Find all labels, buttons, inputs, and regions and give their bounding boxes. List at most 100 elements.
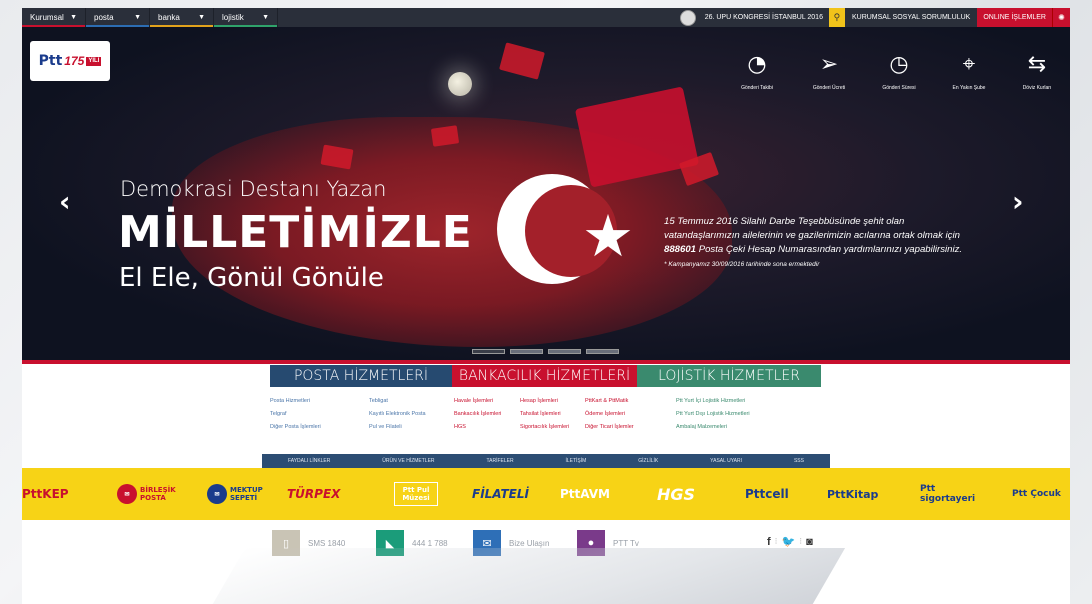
service-link[interactable]: Diğer Posta İşlemleri <box>270 421 321 434</box>
slide-dot[interactable] <box>586 349 619 354</box>
brand-label: PttKitap <box>827 487 879 501</box>
brand-pttavm[interactable]: PttAVM <box>560 481 610 507</box>
service-link[interactable]: Bankacılık İşlemleri <box>454 408 501 421</box>
menu-kurumsal[interactable]: Kurumsal ▼ <box>22 8 86 27</box>
quick-link-duration[interactable]: ◷ Gönderi Süresi <box>864 49 934 92</box>
footer-link[interactable]: FAYDALI LİNKLER <box>288 458 330 464</box>
quick-link-branch[interactable]: ⌖ En Yakın Şube <box>934 49 1004 92</box>
menu-banka[interactable]: banka ▼ <box>150 8 214 27</box>
tracking-icon: ◔ <box>747 51 767 77</box>
service-link[interactable]: Posta Hizmetleri <box>270 395 321 408</box>
twitter-icon[interactable]: 🐦 <box>782 535 796 548</box>
service-link[interactable]: PttKart & PttMatik <box>585 395 634 408</box>
footer-link[interactable]: GİZLİLİK <box>638 458 658 464</box>
brand-label: Ptt sigortayeri <box>920 484 976 504</box>
previous-slide-button[interactable]: ‹ <box>59 185 71 218</box>
service-link[interactable]: Ödeme İşlemleri <box>585 408 634 421</box>
upu-link[interactable]: 26. UPU KONGRESİ İSTANBUL 2016 <box>699 14 829 21</box>
flag-image <box>430 125 460 147</box>
flag-image <box>499 42 545 80</box>
service-link[interactable]: Tahsilat İşlemleri <box>520 408 569 421</box>
timer-icon: ◷ <box>889 51 909 77</box>
quick-link-tracking[interactable]: ◔ Gönderi Takibi <box>722 49 792 92</box>
footer-link[interactable]: SSS <box>794 458 804 464</box>
service-link[interactable]: Diğer Ticari İşlemler <box>585 421 634 434</box>
quick-link-exchange[interactable]: ⇆ Döviz Kurları <box>1002 49 1070 92</box>
chevron-down-icon: ▼ <box>134 14 141 21</box>
tab-bankacilik-hizmetleri[interactable]: BANKACILIK HİZMETLERİ <box>452 365 637 387</box>
contact-label: Bize Ulaşın <box>509 538 550 548</box>
instagram-icon[interactable]: ◙ <box>806 536 813 548</box>
quick-link-label: Gönderi Süresi <box>882 85 916 91</box>
service-link[interactable]: Hesap İşlemleri <box>520 395 569 408</box>
top-bar: Kurumsal ▼ posta ▼ banka ▼ lojistik ▼ 26… <box>22 8 1070 27</box>
brand-ptt-cocuk[interactable]: Ptt Çocuk <box>1012 481 1062 507</box>
next-slide-button[interactable]: › <box>1012 185 1024 218</box>
slide-dot[interactable] <box>472 349 505 354</box>
brand-pttcell[interactable]: Pttcell <box>745 481 789 507</box>
contact-label: SMS 1840 <box>308 538 346 548</box>
footer-link[interactable]: YASAL UYARI <box>710 458 742 464</box>
posta-links-col-2: Tebligat Kayıtlı Elektronik Posta Pul ve… <box>369 395 426 434</box>
top-menu: Kurumsal ▼ posta ▼ banka ▼ lojistik ▼ <box>22 8 278 27</box>
tab-posta-hizmetleri[interactable]: POSTA HİZMETLERİ <box>270 365 452 387</box>
slide-dot[interactable] <box>510 349 543 354</box>
brand-filateli[interactable]: FİLATELİ <box>472 481 529 507</box>
brand-pttkep[interactable]: PttKEP <box>22 481 69 507</box>
slider-dots <box>472 349 619 354</box>
menu-posta[interactable]: posta ▼ <box>86 8 150 27</box>
facebook-icon[interactable]: f <box>767 536 771 548</box>
service-link[interactable]: Ptt Yurt İçi Lojistik Hizmetleri <box>676 395 750 408</box>
brand-hgs[interactable]: HGS <box>657 481 695 507</box>
location-pin-icon: ⌖ <box>962 51 976 77</box>
search-button[interactable]: ⚲ <box>828 8 845 27</box>
banka-links-col-3: PttKart & PttMatik Ödeme İşlemleri Diğer… <box>585 395 634 434</box>
service-link[interactable]: HGS <box>454 421 501 434</box>
brand-label: Ptt Pul Müzesi <box>402 486 430 502</box>
hero-slider: Ptt 175 YILI ◔ Gönderi Takibi ➢ Gönderi … <box>22 27 1070 360</box>
posta-links-col-1: Posta Hizmetleri Telgraf Diğer Posta İşl… <box>270 395 321 434</box>
brand-mektup-sepeti[interactable]: ✉ MEKTUP SEPETİ <box>207 481 270 507</box>
service-link[interactable]: Havale İşlemleri <box>454 395 501 408</box>
banka-links-col-1: Havale İşlemleri Bankacılık İşlemleri HG… <box>454 395 501 434</box>
brand-birlesik-posta[interactable]: ✉ BİRLEŞİK POSTA <box>117 481 180 507</box>
service-link[interactable]: Telgraf <box>270 408 321 421</box>
footer-links-bar: FAYDALI LİNKLER ÜRÜN VE HİZMETLER TARİFE… <box>262 454 830 468</box>
chevron-down-icon: ▼ <box>262 14 269 21</box>
service-link[interactable]: Ptt Yurt Dışı Lojistik Hizmetleri <box>676 408 750 421</box>
footer-link[interactable]: ÜRÜN VE HİZMETLER <box>382 458 434 464</box>
brand-label: PttKEP <box>22 487 69 501</box>
service-link[interactable]: Ambalaj Malzemeleri <box>676 421 750 434</box>
footer-link[interactable]: İLETİŞİM <box>565 458 586 464</box>
online-services-button[interactable]: ONLINE İŞLEMLER <box>977 8 1052 27</box>
service-link[interactable]: Pul ve Filateli <box>369 421 426 434</box>
brand-logo-icon: ✉ <box>117 484 137 504</box>
brand-pul-muzesi[interactable]: Ptt Pul Müzesi <box>394 482 438 506</box>
footer-link[interactable]: TARİFELER <box>486 458 513 464</box>
brand-label: Pttcell <box>745 487 789 501</box>
decorative-shape <box>198 548 846 604</box>
brand-sigortayeri[interactable]: Ptt sigortayeri <box>920 481 980 507</box>
tab-lojistik-hizmetler[interactable]: LOJİSTİK HİZMETLER <box>637 365 821 387</box>
campaign-note: * Kampanyamız 30/09/2016 tarihinde sona … <box>664 261 820 268</box>
star-icon: ★ <box>582 202 634 270</box>
service-link[interactable]: Sigortacılık İşlemleri <box>520 421 569 434</box>
hero-line-1: Demokrasi Destanı Yazan <box>120 177 387 201</box>
logo-ptt: Ptt <box>38 53 63 69</box>
slide-dot[interactable] <box>548 349 581 354</box>
service-link[interactable]: Kayıtlı Elektronik Posta <box>369 408 426 421</box>
logo-yili: YILI <box>86 56 102 66</box>
ptt-175-logo[interactable]: Ptt 175 YILI <box>30 41 110 81</box>
language-flag-icon[interactable]: ✺ <box>1052 8 1070 27</box>
service-link[interactable]: Tebligat <box>369 395 426 408</box>
brand-turpex[interactable]: TÜRPEX <box>287 481 340 507</box>
chevron-down-icon: ▼ <box>198 14 205 21</box>
quick-link-fee[interactable]: ➢ Gönderi Ücreti <box>794 49 864 92</box>
top-right: 26. UPU KONGRESİ İSTANBUL 2016 ⚲ KURUMSA… <box>679 8 1070 27</box>
contact-label: 444 1 788 <box>412 538 448 548</box>
moon-image <box>448 72 472 96</box>
page: Kurumsal ▼ posta ▼ banka ▼ lojistik ▼ 26… <box>22 8 1070 604</box>
social-responsibility-link[interactable]: KURUMSAL SOSYAL SORUMLULUK <box>845 14 977 21</box>
menu-lojistik[interactable]: lojistik ▼ <box>214 8 278 27</box>
brand-pttkitap[interactable]: PttKitap <box>827 481 878 507</box>
